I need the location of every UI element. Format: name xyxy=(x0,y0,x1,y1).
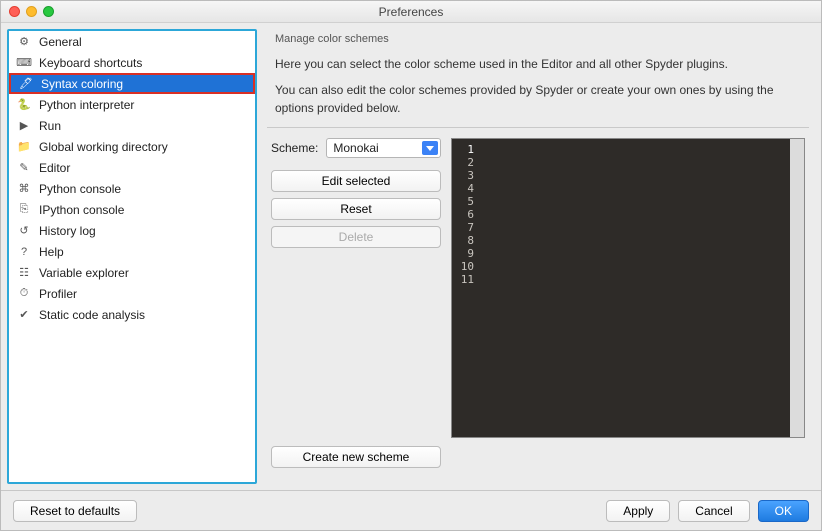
content-area: ⚙ General ⌨ Keyboard shortcuts 🖊 Syntax color… xyxy=(1,23,821,490)
sidebar-item-label: General xyxy=(39,35,82,49)
sidebar-item-label: Syntax coloring xyxy=(41,77,123,91)
scheme-select-row: Scheme: Monokai xyxy=(271,138,441,158)
run-icon: ▶ xyxy=(17,119,31,132)
global-working-directory-icon: 📁 xyxy=(17,140,31,153)
scheme-row-wrap: Scheme: Monokai Edit selected Reset Dele… xyxy=(271,138,805,438)
sidebar-item-label: Help xyxy=(39,245,64,259)
ipython-console-icon: ⎘ xyxy=(17,203,31,216)
sidebar-item-label: Global working directory xyxy=(39,140,168,154)
create-scheme-button[interactable]: Create new scheme xyxy=(271,446,441,468)
scheme-controls: Scheme: Monokai Edit selected Reset Dele… xyxy=(271,138,441,438)
window-controls xyxy=(9,6,54,17)
intro-text-2: You can also edit the color schemes prov… xyxy=(275,81,801,117)
sidebar-item-help[interactable]: ? Help xyxy=(9,241,255,262)
line-gutter: 1234567891011 xyxy=(452,139,478,437)
group-title: Manage color schemes xyxy=(275,33,809,45)
sidebar-item-run[interactable]: ▶ Run xyxy=(9,115,255,136)
sidebar-item-python-interpreter[interactable]: 🐍 Python interpreter xyxy=(9,94,255,115)
sidebar-item-general[interactable]: ⚙ General xyxy=(9,31,255,52)
editor-icon: ✎ xyxy=(17,161,31,174)
sidebar-item-label: Editor xyxy=(39,161,70,175)
preferences-window: Preferences ⚙ General ⌨ Keyboard shortcuts 🖊… xyxy=(0,0,822,531)
python-console-icon: ⌘ xyxy=(17,182,31,195)
sidebar-item-global-working-directory[interactable]: 📁 Global working directory xyxy=(9,136,255,157)
preview-scrollbar[interactable] xyxy=(790,139,804,437)
reset-defaults-button[interactable]: Reset to defaults xyxy=(13,500,137,522)
profiler-icon: ⏱ xyxy=(17,287,31,300)
general-icon: ⚙ xyxy=(17,35,31,48)
main-panel: Manage color schemes Here you can select… xyxy=(263,29,815,484)
titlebar: Preferences xyxy=(1,1,821,23)
sidebar-item-variable-explorer[interactable]: ☷ Variable explorer xyxy=(9,262,255,283)
edit-selected-button[interactable]: Edit selected xyxy=(271,170,441,192)
delete-button: Delete xyxy=(271,226,441,248)
sidebar-item-profiler[interactable]: ⏱ Profiler xyxy=(9,283,255,304)
ok-button[interactable]: OK xyxy=(758,500,809,522)
syntax-coloring-icon: 🖊 xyxy=(19,77,33,90)
sidebar-item-keyboard-shortcuts[interactable]: ⌨ Keyboard shortcuts xyxy=(9,52,255,73)
cancel-button[interactable]: Cancel xyxy=(678,500,749,522)
sidebar-item-ipython-console[interactable]: ⎘ IPython console xyxy=(9,199,255,220)
divider xyxy=(267,127,809,128)
variable-explorer-icon: ☷ xyxy=(17,266,31,279)
apply-button[interactable]: Apply xyxy=(606,500,670,522)
sidebar-item-history-log[interactable]: ↺ History log xyxy=(9,220,255,241)
sidebar-item-label: History log xyxy=(39,224,96,238)
category-sidebar[interactable]: ⚙ General ⌨ Keyboard shortcuts 🖊 Syntax color… xyxy=(7,29,257,484)
sidebar-item-label: Static code analysis xyxy=(39,308,145,322)
sidebar-item-editor[interactable]: ✎ Editor xyxy=(9,157,255,178)
python-interpreter-icon: 🐍 xyxy=(17,98,31,111)
code-preview: 1234567891011 xyxy=(451,138,805,438)
sidebar-item-label: IPython console xyxy=(39,203,124,217)
window-title: Preferences xyxy=(1,5,821,19)
dialog-footer: Reset to defaults Apply Cancel OK xyxy=(1,490,821,530)
sidebar-item-label: Run xyxy=(39,119,61,133)
sidebar-item-syntax-coloring[interactable]: 🖊 Syntax coloring xyxy=(9,73,255,94)
sidebar-item-label: Python console xyxy=(39,182,121,196)
history-log-icon: ↺ xyxy=(17,224,31,237)
intro-text-1: Here you can select the color scheme use… xyxy=(275,55,801,73)
sidebar-item-label: Variable explorer xyxy=(39,266,129,280)
zoom-icon[interactable] xyxy=(43,6,54,17)
create-row: Create new scheme xyxy=(271,446,805,468)
scheme-select[interactable]: Monokai xyxy=(326,138,441,158)
chevron-down-icon xyxy=(422,141,438,155)
sidebar-item-label: Keyboard shortcuts xyxy=(39,56,142,70)
minimize-icon[interactable] xyxy=(26,6,37,17)
sidebar-item-label: Python interpreter xyxy=(39,98,134,112)
scheme-value: Monokai xyxy=(333,141,378,155)
close-icon[interactable] xyxy=(9,6,20,17)
keyboard-shortcuts-icon: ⌨ xyxy=(17,56,31,69)
sidebar-item-label: Profiler xyxy=(39,287,77,301)
static-code-analysis-icon: ✔ xyxy=(17,308,31,321)
reset-button[interactable]: Reset xyxy=(271,198,441,220)
help-icon: ? xyxy=(17,246,31,258)
scheme-label: Scheme: xyxy=(271,141,318,155)
sidebar-item-python-console[interactable]: ⌘ Python console xyxy=(9,178,255,199)
sidebar-item-static-code-analysis[interactable]: ✔ Static code analysis xyxy=(9,304,255,325)
